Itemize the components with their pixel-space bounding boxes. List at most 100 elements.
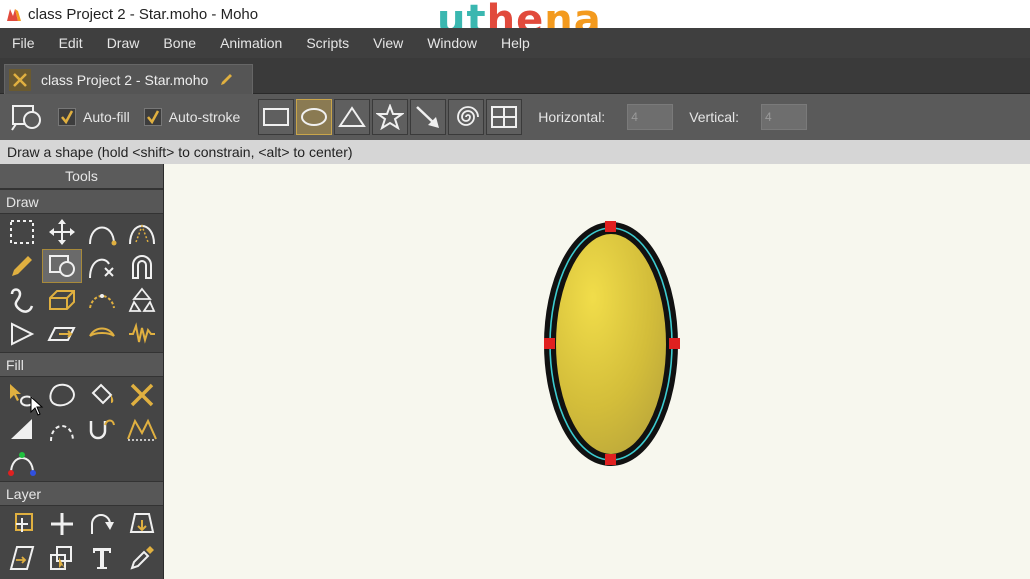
arrow-shape-button[interactable] [410, 99, 447, 135]
delete-edge-tool[interactable] [82, 249, 122, 283]
star-shape-button[interactable] [372, 99, 409, 135]
curvature-tool[interactable] [122, 215, 162, 249]
shear-icon [11, 322, 35, 346]
arrow-icon [416, 106, 440, 128]
layer-tools-grid [0, 506, 163, 576]
shear-layer-icon [129, 513, 155, 533]
vertical-label: Vertical: [689, 109, 740, 125]
control-point-bottom[interactable] [605, 454, 616, 465]
control-point-right[interactable] [669, 338, 680, 349]
create-shape-tool[interactable] [42, 378, 82, 412]
scatter-brush-tool[interactable] [2, 283, 42, 317]
bend-tool[interactable] [82, 283, 122, 317]
eyedropper-tool[interactable] [122, 541, 162, 575]
add-point-icon [89, 226, 117, 246]
set-origin-tool[interactable] [42, 507, 82, 541]
curve-profile-tool[interactable] [122, 412, 162, 446]
triangle-icon [338, 106, 367, 127]
control-point-top[interactable] [605, 221, 616, 232]
eyedropper-icon [130, 546, 154, 570]
line-width-tool[interactable] [2, 412, 42, 446]
status-hint: Draw a shape (hold <shift> to constrain,… [0, 140, 1030, 164]
shear-tool[interactable] [2, 317, 42, 351]
rotate-layer-tool[interactable] [82, 507, 122, 541]
transform-points-tool[interactable] [42, 215, 82, 249]
transform-layer-tool[interactable] [2, 507, 42, 541]
rectangle-icon [263, 108, 290, 126]
drawing-canvas[interactable] [164, 164, 1030, 579]
menu-draw[interactable]: Draw [95, 28, 152, 58]
menu-help[interactable]: Help [489, 28, 542, 58]
draw-shape-icon [49, 255, 75, 277]
autostroke-label: Auto-stroke [168, 109, 241, 125]
shear-layer-tool[interactable] [122, 507, 162, 541]
fill-section-header[interactable]: Fill [0, 352, 163, 377]
rotate-layer-icon [91, 514, 114, 534]
control-point-left[interactable] [544, 338, 555, 349]
noise-icon [128, 287, 156, 312]
text-tool[interactable] [82, 541, 122, 575]
autostroke-checkbox[interactable]: Auto-stroke [143, 108, 241, 126]
stroke-tool[interactable] [82, 412, 122, 446]
grid-shape-button[interactable] [486, 99, 523, 135]
rectangle-shape-button[interactable] [258, 99, 295, 135]
draw-tools-grid [0, 214, 163, 352]
autofill-label: Auto-fill [83, 109, 130, 125]
magnet-tool[interactable] [122, 249, 162, 283]
horizontal-label: Horizontal: [538, 109, 606, 125]
layer-skew-tool[interactable] [2, 541, 42, 575]
menu-bone[interactable]: Bone [151, 28, 208, 58]
document-tab[interactable]: class Project 2 - Star.moho [4, 64, 253, 94]
freehand-tool[interactable] [2, 249, 42, 283]
wave-icon [129, 322, 155, 344]
add-point-tool[interactable] [82, 215, 122, 249]
line-width-icon [11, 419, 32, 439]
delete-shape-icon [130, 383, 154, 407]
select-points-tool[interactable] [2, 215, 42, 249]
star-icon [376, 104, 405, 130]
oval-shape-button[interactable] [296, 99, 333, 135]
checkbox-box[interactable] [58, 108, 76, 126]
oval-shape[interactable] [544, 222, 678, 466]
autofill-checkbox[interactable]: Auto-fill [58, 108, 130, 126]
draw-shape-tool[interactable] [42, 249, 82, 283]
vertical-input[interactable] [761, 104, 808, 130]
transform-points-icon [49, 219, 75, 245]
draw-shape-icon [8, 99, 44, 135]
paint-bucket-icon [91, 383, 114, 405]
stroke-icon [89, 419, 115, 440]
menu-view[interactable]: View [361, 28, 415, 58]
delete-shape-tool[interactable] [122, 378, 162, 412]
hide-edge-tool[interactable] [42, 412, 82, 446]
menu-file[interactable]: File [0, 28, 47, 58]
bend-icon [89, 294, 115, 309]
close-icon[interactable] [9, 68, 31, 91]
checkmark-icon [146, 110, 159, 124]
curvature-icon [129, 223, 155, 245]
noise-tool[interactable] [122, 283, 162, 317]
menu-edit[interactable]: Edit [47, 28, 95, 58]
layer-section-header[interactable]: Layer [0, 481, 163, 506]
set-origin-icon [51, 513, 73, 535]
draw-section-header[interactable]: Draw [0, 189, 163, 214]
menu-scripts[interactable]: Scripts [294, 28, 361, 58]
menu-animation[interactable]: Animation [208, 28, 294, 58]
layer-move-tool[interactable] [42, 541, 82, 575]
wave-tool[interactable] [122, 317, 162, 351]
menu-window[interactable]: Window [415, 28, 489, 58]
sketch-tool[interactable] [42, 317, 82, 351]
curve-edge-tool[interactable] [82, 317, 122, 351]
color-points-tool[interactable] [2, 446, 42, 480]
menu-bar: File Edit Draw Bone Animation Scripts Vi… [0, 28, 1030, 58]
checkbox-box[interactable] [143, 108, 162, 126]
hide-edge-icon [50, 425, 74, 442]
create-shape-icon [49, 383, 75, 407]
tool-options-bar: Auto-fill Auto-stroke Horizontal: Vertic… [0, 94, 1030, 140]
triangle-shape-button[interactable] [334, 99, 371, 135]
paint-bucket-tool[interactable] [82, 378, 122, 412]
perspective-tool[interactable] [42, 283, 82, 317]
spiral-shape-button[interactable] [448, 99, 485, 135]
horizontal-input[interactable] [627, 104, 674, 130]
shape-type-buttons [258, 99, 524, 135]
delete-edge-icon [89, 258, 114, 279]
